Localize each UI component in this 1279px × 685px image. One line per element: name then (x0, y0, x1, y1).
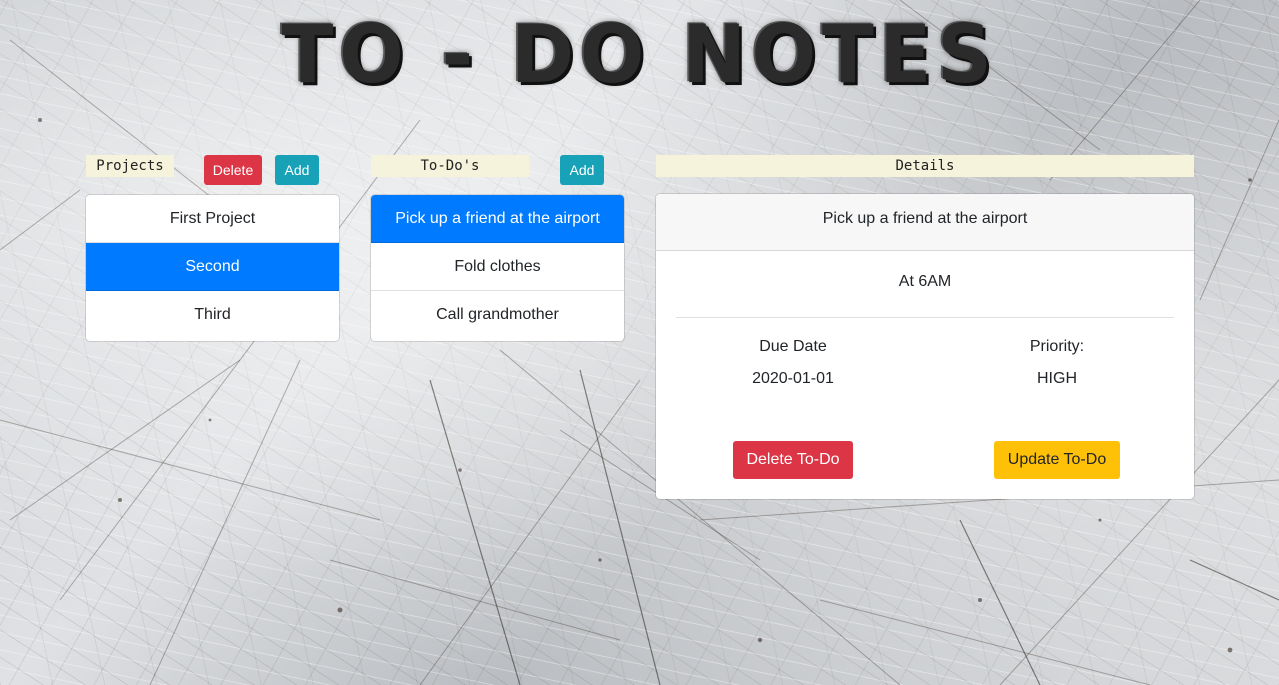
todo-item-call-grandmother[interactable]: Call grandmother (371, 291, 624, 339)
projects-list: First Project Second Third (86, 195, 339, 341)
add-project-button[interactable]: Add (275, 155, 319, 185)
todo-item-pick-up-friend[interactable]: Pick up a friend at the airport (371, 195, 624, 243)
project-item-second[interactable]: Second (86, 243, 339, 291)
details-label: Details (656, 155, 1194, 177)
due-date-label: Due Date (759, 338, 827, 355)
projects-label: Projects (86, 155, 174, 177)
delete-project-button[interactable]: Delete (204, 155, 262, 185)
details-meta: Due Date 2020-01-01 Priority: HIGH (656, 318, 1194, 398)
add-todo-button[interactable]: Add (560, 155, 604, 185)
details-description: At 6AM (898, 273, 952, 290)
priority-label: Priority: (1029, 338, 1085, 355)
due-date-column: Due Date 2020-01-01 (693, 318, 893, 388)
details-title: Pick up a friend at the airport (656, 194, 1194, 251)
project-item-first-project[interactable]: First Project (86, 195, 339, 243)
priority-column: Priority: HIGH (957, 318, 1157, 388)
update-todo-button[interactable]: Update To-Do (994, 441, 1120, 479)
due-date-value: 2020-01-01 (752, 370, 834, 387)
project-item-third[interactable]: Third (86, 291, 339, 339)
delete-todo-button[interactable]: Delete To-Do (733, 441, 853, 479)
details-card: Pick up a friend at the airport At 6AM D… (656, 194, 1194, 499)
priority-value: HIGH (1037, 370, 1077, 387)
app-title: TO - DO NOTES (281, 8, 998, 101)
todos-label: To-Do's (371, 155, 529, 177)
todos-list: Pick up a friend at the airport Fold clo… (371, 195, 624, 341)
todo-item-fold-clothes[interactable]: Fold clothes (371, 243, 624, 291)
